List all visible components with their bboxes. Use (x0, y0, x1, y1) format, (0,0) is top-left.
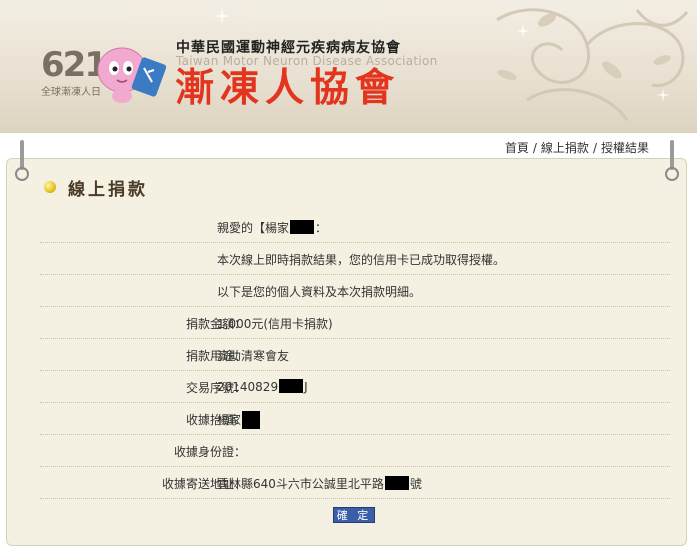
detail-message-row: 以下是您的個人資料及本次捐款明細。 (40, 275, 670, 307)
confirm-button[interactable]: 確 定 (333, 507, 375, 523)
result-message-row: 本次線上即時捐款結果，您的信用卡已成功取得授權。 (40, 243, 670, 275)
breadcrumb: 首頁 / 線上捐款 / 授權結果 (504, 141, 649, 155)
field-value: 濟助清寒會友 (217, 349, 290, 363)
field-value: 20140829 J (217, 379, 308, 394)
redaction-block (242, 411, 261, 429)
field-row-amount: 捐款金額： 1,000元(信用卡捐款) (40, 307, 670, 339)
redaction-block (279, 379, 304, 393)
breadcrumb-donate-link[interactable]: 線上捐款 (541, 141, 589, 155)
field-value: 1,000元(信用卡捐款) (217, 317, 333, 331)
field-value: 楊家 (217, 411, 261, 429)
breadcrumb-current: 授權結果 (600, 141, 649, 155)
org-short-name: 漸凍人協會 (175, 66, 401, 111)
site-header: 621 全球漸凍人日 中華民國運動神經元疾病病友協會 Taiwan Motor … (0, 0, 697, 133)
field-label: 收據身份證： (173, 445, 246, 459)
sparkle-icon (656, 88, 670, 102)
paper-clip-icon (15, 140, 29, 181)
field-row-transaction-id: 交易序號： 20140829 J (40, 371, 670, 403)
section-title: 線上捐款 (68, 180, 148, 200)
greeting-row: 親愛的【楊家： (40, 211, 670, 243)
greeting-text: 親愛的【楊家： (217, 220, 328, 235)
field-row-receipt-title: 收據抬頭： 楊家 (40, 403, 670, 435)
result-message: 本次線上即時捐款結果，您的信用卡已成功取得授權。 (217, 253, 506, 267)
field-row-receipt-address: 收據寄送地址： 雲林縣640斗六市公誠里北平路號 (40, 467, 670, 499)
sparkle-icon (516, 24, 530, 38)
field-row-purpose: 捐款用途： 濟助清寒會友 (40, 339, 670, 371)
mascot-logo-icon (97, 47, 167, 103)
breadcrumb-home-link[interactable]: 首頁 (505, 141, 529, 155)
redaction-block (384, 476, 409, 490)
sparkle-icon (214, 8, 230, 24)
field-row-receipt-id: 收據身份證： (40, 435, 670, 467)
floral-swirl-decoration (496, 8, 689, 121)
paper-clip-icon (665, 140, 679, 181)
detail-message: 以下是您的個人資料及本次捐款明細。 (217, 285, 422, 299)
section-bullet-icon (44, 181, 56, 193)
redaction-block (290, 220, 315, 234)
field-value: 雲林縣640斗六市公誠里北平路號 (217, 476, 422, 491)
